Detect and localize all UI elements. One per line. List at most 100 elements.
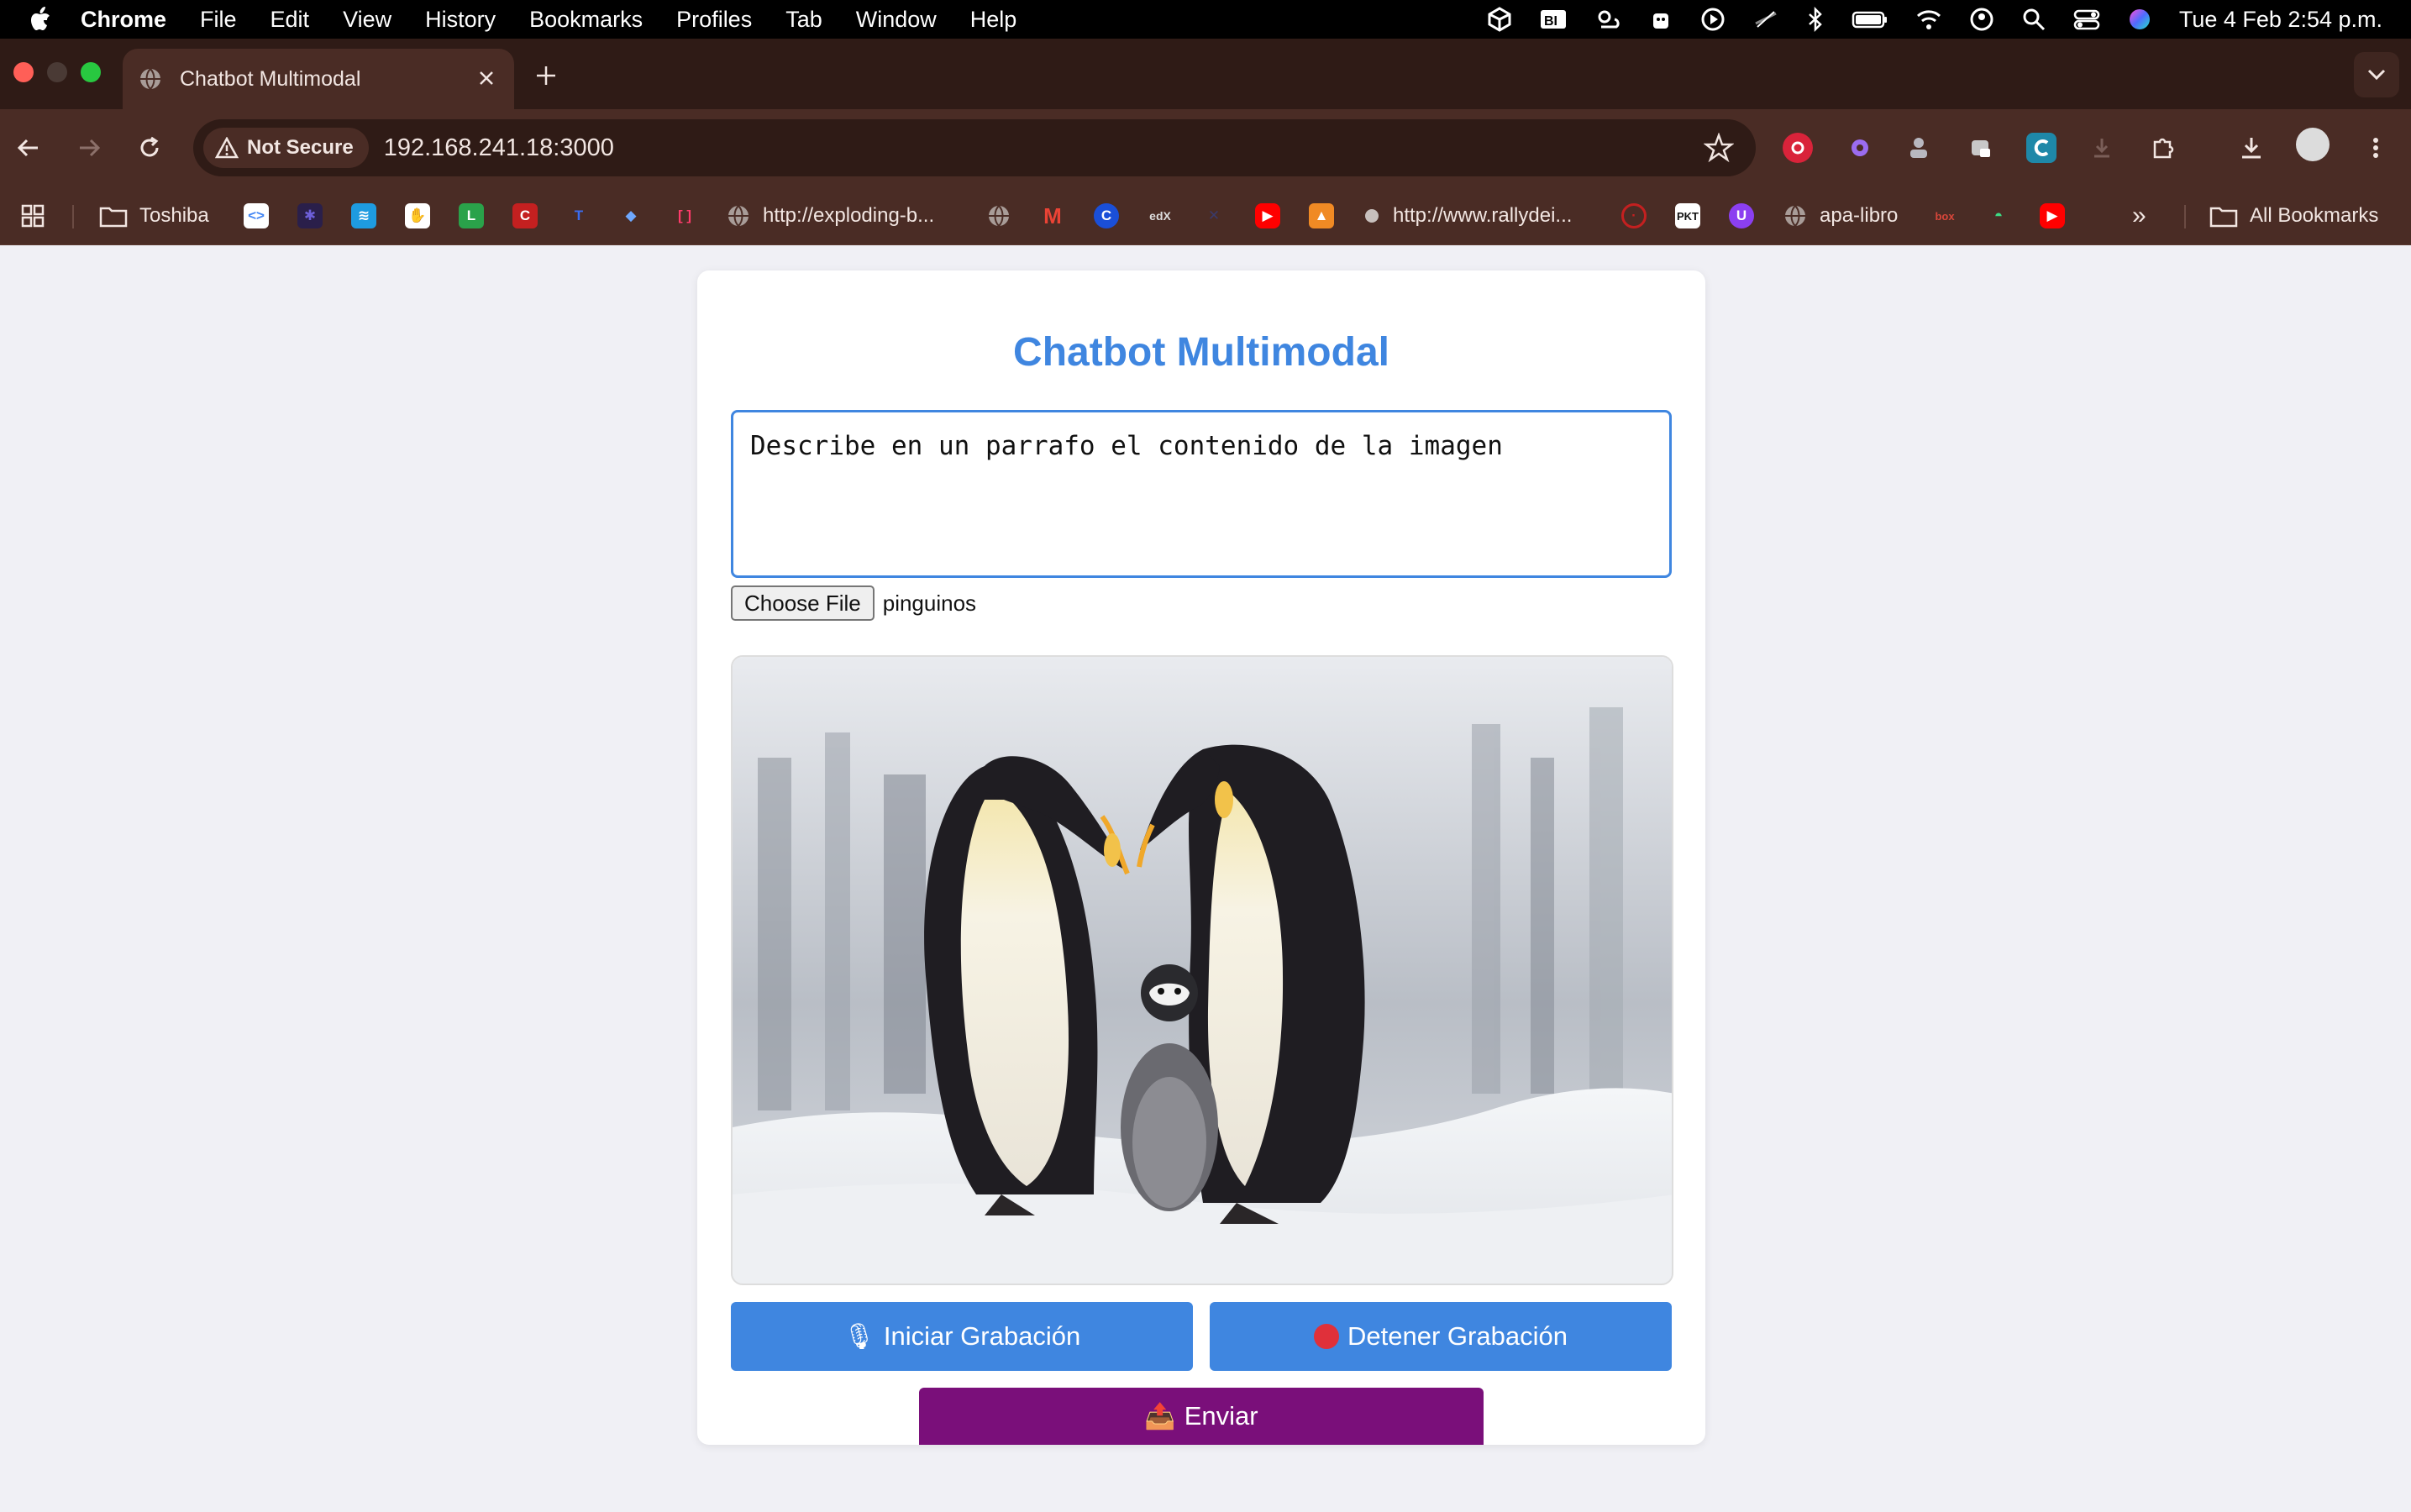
apple-menu-icon[interactable] <box>24 0 57 39</box>
send-button[interactable]: 📤 Enviar <box>919 1388 1484 1445</box>
folder-icon <box>99 207 128 228</box>
helper-icon[interactable] <box>1648 7 1673 32</box>
bookmark-exploding[interactable]: http://exploding-b... <box>726 198 934 234</box>
bookmark-all-bookmarks[interactable]: All Bookmarks <box>2209 198 2378 234</box>
file-name: pinguinos <box>882 590 977 616</box>
menu-file[interactable]: File <box>200 7 237 33</box>
menu-clock[interactable]: Tue 4 Feb 2:54 p.m. <box>2179 7 2382 33</box>
reload-icon[interactable] <box>133 131 166 165</box>
bookmark-aws-icon[interactable]: ▲ <box>1309 198 1334 234</box>
bookmark-red-circle-icon[interactable]: · <box>1621 198 1647 234</box>
more-bookmarks-icon[interactable]: » <box>2132 198 2146 234</box>
menu-tab[interactable]: Tab <box>785 7 822 33</box>
stop-recording-label: Detener Grabación <box>1347 1321 1568 1351</box>
menu-view[interactable]: View <box>343 7 391 33</box>
bookmark-cap-icon[interactable]: ◆ <box>618 198 643 234</box>
bookmark-u-icon[interactable]: U <box>1729 198 1754 234</box>
extension-puzzle-icon[interactable] <box>1966 133 1996 163</box>
outbox-tray-icon: 📤 <box>1144 1402 1176 1431</box>
address-bar[interactable]: Not Secure 192.168.241.18:3000 <box>193 119 1756 176</box>
muted-icon[interactable] <box>1752 7 1779 32</box>
extension-c-icon[interactable] <box>2026 133 2056 163</box>
bookmark-c-icon[interactable]: C <box>1094 198 1119 234</box>
bluetooth-icon[interactable] <box>1806 7 1825 32</box>
window-zoom-button[interactable] <box>81 62 101 82</box>
start-recording-button[interactable]: 🎙 Iniciar Grabación <box>731 1302 1193 1371</box>
tab-search-button[interactable] <box>2354 52 2399 97</box>
siri-icon[interactable] <box>2127 7 2152 32</box>
tab-close-icon[interactable] <box>474 66 499 91</box>
back-arrow-icon[interactable] <box>12 131 45 165</box>
file-input-row: Choose File pinguinos <box>731 585 976 622</box>
extension-red-icon[interactable] <box>1783 133 1813 163</box>
extension-gear-icon[interactable] <box>1845 133 1875 163</box>
url-text[interactable]: 192.168.241.18:3000 <box>384 134 614 162</box>
forward-arrow-icon[interactable] <box>72 131 106 165</box>
extension-person-icon[interactable] <box>1904 133 1934 163</box>
menu-profiles[interactable]: Profiles <box>676 7 752 33</box>
tab-chatbot[interactable]: Chatbot Multimodal <box>123 49 514 109</box>
bookmark-toshiba[interactable]: Toshiba <box>99 198 209 234</box>
user-circle-icon[interactable] <box>1969 7 1994 32</box>
extensions-puzzle-icon[interactable] <box>2147 133 2177 163</box>
bookmark-x-icon[interactable]: ✕ <box>1201 198 1227 234</box>
window-close-button[interactable] <box>13 62 34 82</box>
bookmark-bracket-icon[interactable]: [ ] <box>672 198 697 234</box>
bookmark-t-icon[interactable]: T <box>566 198 591 234</box>
bookmark-ce-icon[interactable]: C <box>512 198 538 234</box>
battery-icon[interactable] <box>1852 7 1888 32</box>
bi-icon[interactable]: BI <box>1539 7 1568 32</box>
bookmark-youtube-icon[interactable]: ▶ <box>1255 198 1280 234</box>
globe-icon <box>728 205 749 228</box>
browser-toolbar: Not Secure 192.168.241.18:3000 <box>0 109 2411 186</box>
bookmarks-separator <box>2184 205 2186 228</box>
bookmark-edx-icon[interactable]: edX <box>1148 198 1173 234</box>
prompt-input[interactable]: Describe en un parrafo el contenido de l… <box>731 410 1672 578</box>
send-label: Enviar <box>1184 1401 1258 1431</box>
status-area: BI Tue 4 Feb 2:54 p.m. <box>1487 0 2382 39</box>
bookmark-star-icon[interactable] <box>1704 133 1734 163</box>
bookmark-code-icon[interactable]: <> <box>244 198 269 234</box>
stop-circle-icon <box>1314 1324 1340 1349</box>
window-minimize-button[interactable] <box>47 62 67 82</box>
menu-help[interactable]: Help <box>970 7 1017 33</box>
bookmark-globe-icon[interactable] <box>986 198 1011 234</box>
menu-edit[interactable]: Edit <box>271 7 310 33</box>
downloads-icon[interactable] <box>2236 133 2267 163</box>
stop-recording-button[interactable]: Detener Grabación <box>1210 1302 1672 1371</box>
bookmark-pkt-icon[interactable]: PKT <box>1675 198 1700 234</box>
penguins-image <box>733 657 1672 1284</box>
bookmark-signal-icon[interactable]: ≋ <box>351 198 376 234</box>
unity-icon[interactable] <box>1487 7 1512 32</box>
bookmark-youtube-2-icon[interactable]: ▶ <box>2040 198 2065 234</box>
warning-triangle-icon <box>215 137 239 159</box>
page-title: Chatbot Multimodal <box>1013 330 1389 375</box>
bookmark-hand-icon[interactable]: ✋ <box>405 198 430 234</box>
profile-avatar[interactable] <box>2296 128 2330 161</box>
weather-icon[interactable] <box>1594 7 1621 32</box>
security-chip[interactable]: Not Secure <box>203 128 369 168</box>
new-tab-icon[interactable] <box>529 59 563 92</box>
menu-bookmarks[interactable]: Bookmarks <box>529 7 643 33</box>
bookmark-l-icon[interactable]: L <box>459 198 484 234</box>
choose-file-button[interactable]: Choose File <box>731 585 875 621</box>
play-icon[interactable] <box>1700 7 1726 32</box>
bookmark-gmail-icon[interactable]: M <box>1040 198 1065 234</box>
control-center-icon[interactable] <box>2073 7 2100 32</box>
wifi-icon[interactable] <box>1915 7 1942 32</box>
menu-window[interactable]: Window <box>856 7 937 33</box>
bookmark-rallydei[interactable]: http://www.rallydei... <box>1363 198 1572 234</box>
bookmark-box-icon[interactable]: box <box>1932 198 1957 234</box>
bookmark-spider-icon[interactable]: ✱ <box>297 198 323 234</box>
macos-menu-bar: Chrome File Edit View History Bookmarks … <box>0 0 2411 39</box>
more-menu-icon[interactable] <box>2361 133 2391 163</box>
tab-title: Chatbot Multimodal <box>180 66 361 91</box>
menu-app-chrome[interactable]: Chrome <box>81 7 166 33</box>
spotlight-search-icon[interactable] <box>2021 7 2046 32</box>
menu-history[interactable]: History <box>425 7 496 33</box>
bookmarks-bar: Toshiba <> ✱ ≋ ✋ L C T ◆ [ ] http://expl… <box>0 186 2411 245</box>
extension-download-icon[interactable] <box>2087 133 2117 163</box>
bookmark-apa-libro[interactable]: apa-libro <box>1783 198 1898 234</box>
apps-grid-icon[interactable] <box>20 198 45 234</box>
bookmark-android-icon[interactable]: ◓ <box>1986 198 2011 234</box>
